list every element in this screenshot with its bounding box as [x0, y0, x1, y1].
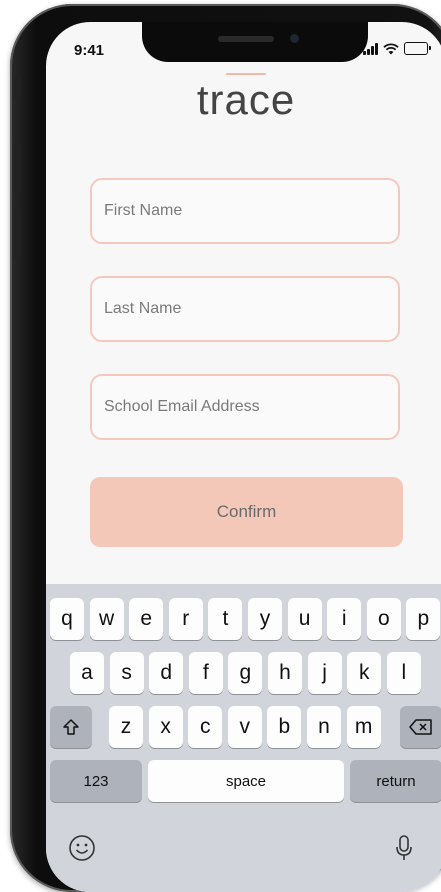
key-f[interactable]: f — [188, 652, 223, 694]
backspace-icon — [409, 719, 432, 735]
key-i[interactable]: i — [327, 598, 362, 640]
key-k[interactable]: k — [347, 652, 382, 694]
key-t[interactable]: t — [208, 598, 243, 640]
confirm-button[interactable]: Confirm — [90, 477, 403, 547]
phone-screen: 9:41 trace Confirm qwertyuiop asdf — [46, 22, 441, 892]
key-j[interactable]: j — [307, 652, 342, 694]
key-w[interactable]: w — [89, 598, 124, 640]
key-l[interactable]: l — [386, 652, 421, 694]
first-name-field[interactable] — [90, 178, 400, 244]
app-logo: trace — [196, 76, 296, 123]
key-o[interactable]: o — [366, 598, 401, 640]
accent-line — [226, 73, 266, 75]
return-key[interactable]: return — [350, 760, 441, 802]
email-field[interactable] — [90, 374, 400, 440]
microphone-icon — [396, 835, 412, 860]
phone-frame: 9:41 trace Confirm qwertyuiop asdf — [10, 4, 441, 892]
wifi-icon — [383, 43, 399, 55]
status-time: 9:41 — [74, 42, 105, 59]
key-r[interactable]: r — [168, 598, 203, 640]
emoji-icon — [69, 835, 95, 861]
key-z[interactable]: z — [109, 706, 143, 748]
email-input[interactable] — [92, 376, 398, 438]
space-key[interactable]: space — [148, 760, 344, 802]
mute-switch — [14, 74, 20, 100]
key-d[interactable]: d — [149, 652, 184, 694]
key-m[interactable]: m — [346, 706, 381, 748]
key-e[interactable]: e — [129, 598, 164, 640]
volume-down-button — [14, 208, 20, 260]
emoji-key[interactable] — [68, 834, 98, 864]
key-a[interactable]: a — [70, 652, 104, 694]
key-c[interactable]: c — [188, 706, 223, 748]
battery-icon — [404, 42, 431, 55]
shift-icon — [63, 719, 79, 735]
key-h[interactable]: h — [268, 652, 302, 694]
key-s[interactable]: s — [109, 652, 144, 694]
key-u[interactable]: u — [287, 598, 322, 640]
shift-key[interactable] — [50, 706, 92, 748]
key-g[interactable]: g — [228, 652, 263, 694]
last-name-input[interactable] — [92, 278, 398, 340]
speaker-grille — [218, 36, 274, 42]
keyboard: qwertyuiop asdfghjkl zxcvbnm 123 space r… — [46, 584, 441, 892]
key-b[interactable]: b — [267, 706, 302, 748]
key-n[interactable]: n — [307, 706, 341, 748]
status-icons — [363, 42, 431, 55]
last-name-field[interactable] — [90, 276, 400, 342]
front-camera — [290, 34, 299, 43]
first-name-input[interactable] — [92, 180, 398, 242]
key-y[interactable]: y — [248, 598, 282, 640]
dictation-key[interactable] — [394, 834, 418, 864]
key-x[interactable]: x — [148, 706, 183, 748]
notch — [142, 22, 368, 62]
volume-up-button — [14, 142, 20, 194]
key-p[interactable]: p — [406, 598, 441, 640]
numbers-key[interactable]: 123 — [50, 760, 142, 802]
key-v[interactable]: v — [227, 706, 262, 748]
key-q[interactable]: q — [50, 598, 84, 640]
delete-key[interactable] — [400, 706, 441, 748]
